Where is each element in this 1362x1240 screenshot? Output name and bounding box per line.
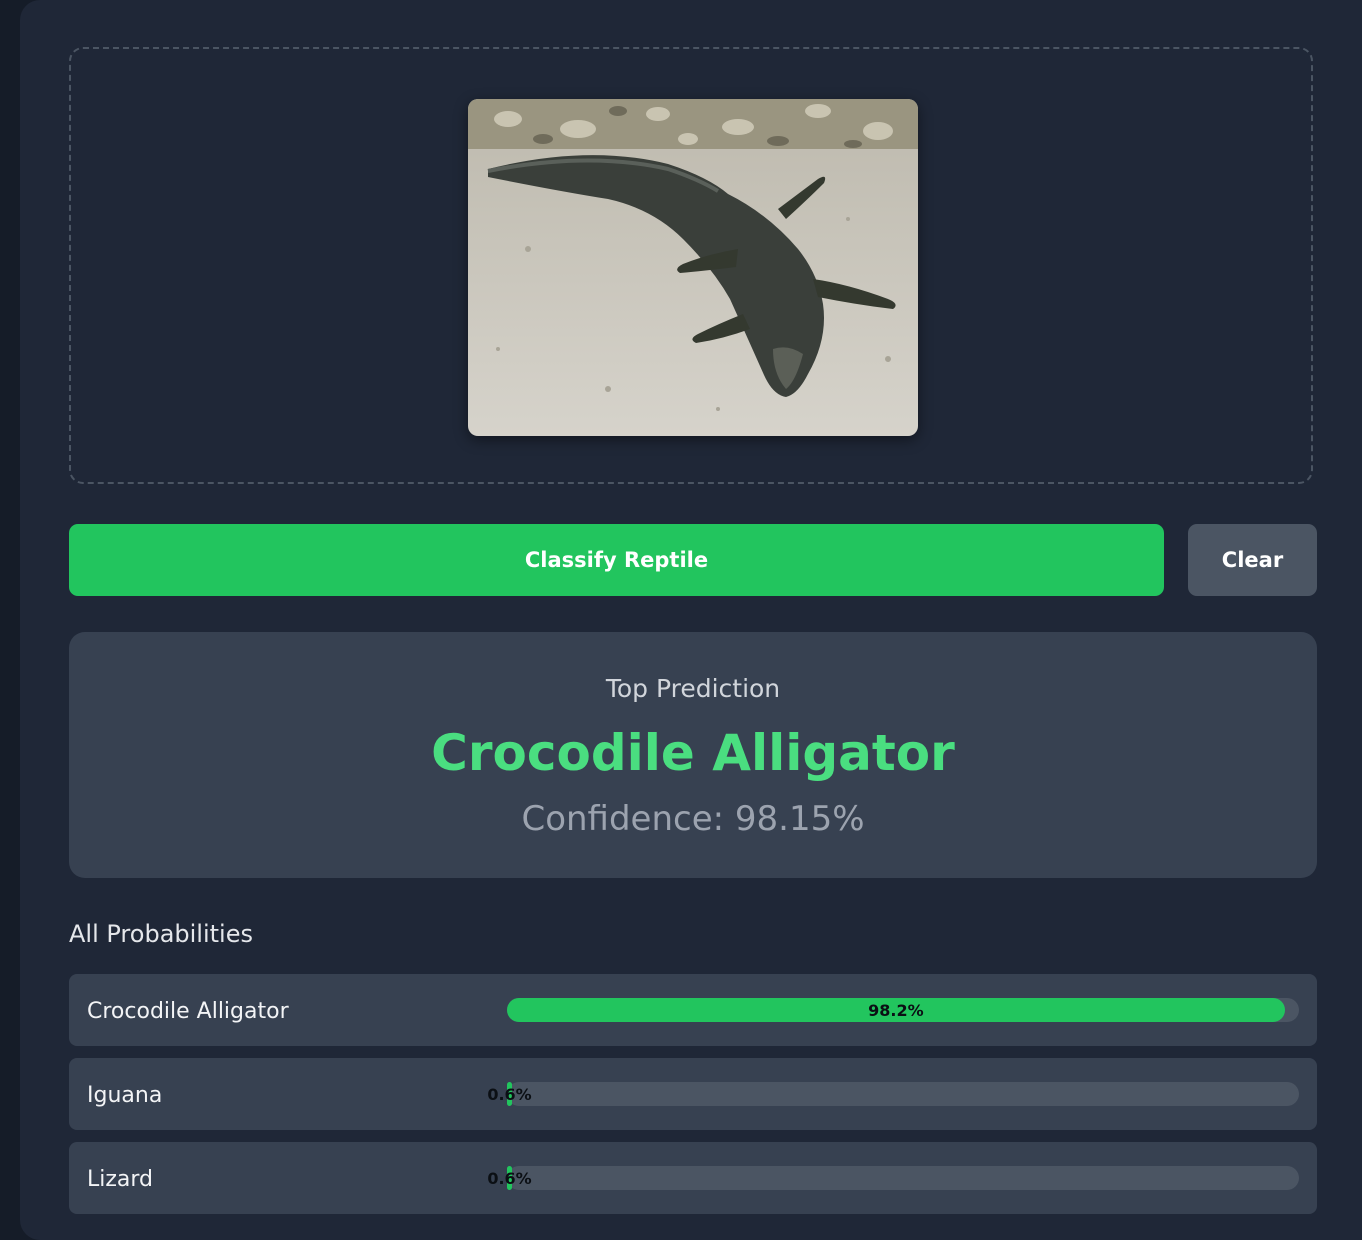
clear-button[interactable]: Clear [1188, 524, 1317, 596]
confidence-text: Confidence: 98.15% [521, 799, 865, 839]
probability-class-name: Crocodile Alligator [87, 999, 289, 1024]
probability-bar-track: 98.2% [507, 998, 1299, 1022]
probability-row: Iguana 0.6% [69, 1058, 1317, 1130]
probability-percent: 0.6% [487, 1085, 532, 1104]
probability-row: Lizard 0.6% [69, 1142, 1317, 1214]
probability-row: Crocodile Alligator 98.2% [69, 974, 1317, 1046]
predicted-class: Crocodile Alligator [431, 724, 955, 782]
probability-class-name: Iguana [87, 1083, 163, 1108]
probability-bar-track: 0.6% [487, 1082, 1299, 1106]
probability-class-name: Lizard [87, 1167, 154, 1192]
classify-button[interactable]: Classify Reptile [69, 524, 1164, 596]
probabilities-title: All Probabilities [69, 920, 253, 948]
top-prediction-panel: Top Prediction Crocodile Alligator Confi… [69, 632, 1317, 878]
uploaded-image-preview [468, 99, 918, 436]
probability-percent: 98.2% [868, 1001, 924, 1020]
top-prediction-heading: Top Prediction [605, 674, 781, 703]
probability-percent: 0.6% [487, 1169, 532, 1188]
probability-bar-track: 0.6% [487, 1166, 1299, 1190]
